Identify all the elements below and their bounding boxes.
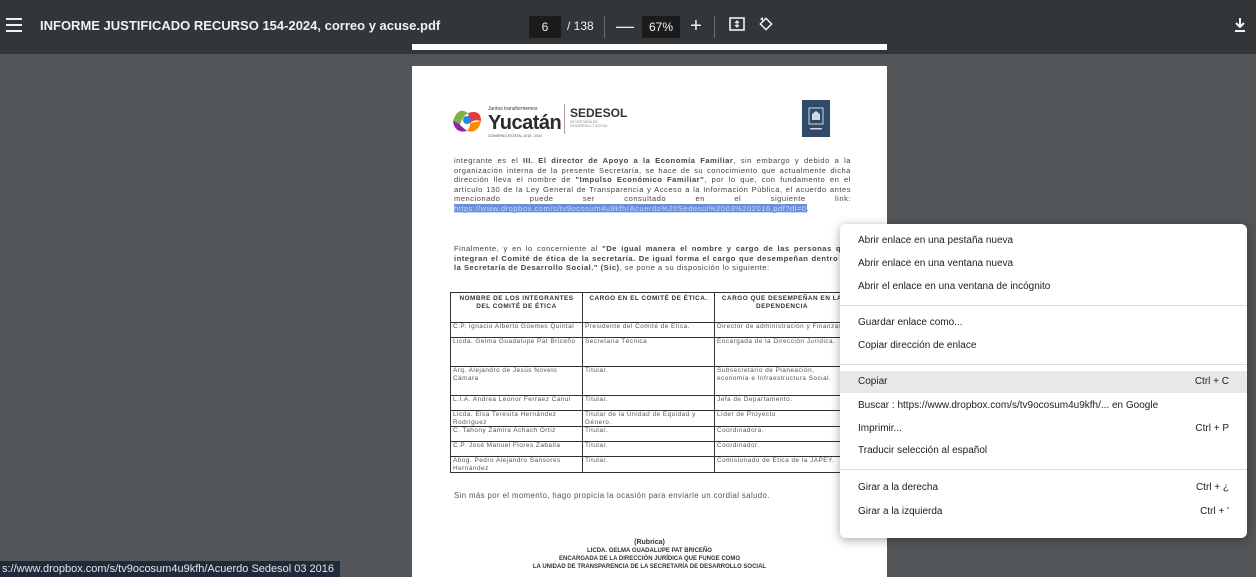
signature-name: LICDA. GELMA GUADALUPE PAT BRICEÑO xyxy=(587,548,712,554)
zoom-in-button[interactable]: + xyxy=(684,13,708,39)
table-header: CARGO EN EL COMITÉ DE ÉTICA. xyxy=(582,292,715,323)
zoom-out-button[interactable]: — xyxy=(613,13,637,39)
menu-item-print[interactable]: Imprimir... Ctrl + P xyxy=(840,418,1247,440)
table-cell: Titular. xyxy=(582,395,715,411)
table-cell: Presidente del Comité de Ética. xyxy=(582,322,715,338)
dropbox-link[interactable]: https://www.dropbox.com/s/tv9ocosum4u9kf… xyxy=(454,203,807,213)
table-cell: Abog. Pedro Alejandro Sansores Hernández xyxy=(450,456,583,473)
table-header: CARGO QUE DESEMPEÑAN EN LA DEPENDENCIA xyxy=(714,292,850,323)
table-cell: Coordinador. xyxy=(714,441,850,457)
table-cell: Licda. Gelma Guadalupe Pat Briceño xyxy=(450,337,583,367)
menu-icon[interactable] xyxy=(6,18,22,32)
table-cell: Líder de Proyecto xyxy=(714,410,850,427)
table-row: C.P. Ignacio Alberto Güemes Quintal Pres… xyxy=(450,322,850,338)
table-cell: Titular de la Unidad de Equidad y Género… xyxy=(582,410,715,427)
menu-item-copy[interactable]: Copiar Ctrl + C xyxy=(840,371,1247,393)
table-cell: Comisionado de Ética de la JAPEY. xyxy=(714,456,850,473)
menu-separator xyxy=(840,305,1247,306)
signature-title-line2: LA UNIDAD DE TRANSPARENCIA DE LA SECRETA… xyxy=(532,564,767,570)
previous-page-edge xyxy=(412,44,887,50)
table-cell: Encargada de la Dirección Jurídica. xyxy=(714,337,850,367)
table-row: Abog. Pedro Alejandro Sansores Hernández… xyxy=(450,456,850,473)
table-row: C.P. José Manuel Flores Zaballa Titular.… xyxy=(450,441,850,457)
page-total: / 138 xyxy=(567,19,594,33)
fit-to-page-icon[interactable] xyxy=(728,15,746,33)
document-title: INFORME JUSTIFICADO RECURSO 154-2024, co… xyxy=(40,18,441,33)
table-cell: Titular. xyxy=(582,441,715,457)
logo-gov-text: GOBIERNO ESTATAL 2018 - 2024 xyxy=(488,134,543,138)
table-row: L.I.A. Andrea Leonor Ferraez Canul Titul… xyxy=(450,395,850,411)
menu-item-search-google[interactable]: Buscar : https://www.dropbox.com/s/tv9oc… xyxy=(840,395,1247,417)
toolbar-divider xyxy=(714,16,715,38)
sedesol-logo-text: SEDESOL xyxy=(570,106,628,120)
menu-separator xyxy=(840,364,1247,365)
menu-item-translate[interactable]: Traducir selección al español xyxy=(840,440,1247,462)
closing-text: Sin más por el momento, hago propicia la… xyxy=(454,491,770,500)
table-cell: Titular. xyxy=(582,456,715,473)
table-cell: Jefa de Departamento. xyxy=(714,395,850,411)
menu-item-rotate-right[interactable]: Girar a la derecha Ctrl + ¿ xyxy=(840,477,1247,499)
menu-item-open-incognito[interactable]: Abrir el enlace en una ventana de incógn… xyxy=(840,276,1247,298)
table-cell: Titular. xyxy=(582,426,715,442)
context-menu: Abrir enlace en una pestaña nueva Abrir … xyxy=(840,224,1247,538)
table-cell: Secretaria Técnica xyxy=(582,337,715,367)
rotate-icon[interactable] xyxy=(757,15,775,33)
shortcut-label: Ctrl + ¿ xyxy=(1195,482,1229,493)
table-cell: Subsecretario de Planeación, economía e … xyxy=(714,366,850,396)
menu-item-copy-link[interactable]: Copiar dirección de enlace xyxy=(840,335,1247,357)
paragraph-director: integrante es el III. El director de Apo… xyxy=(454,156,851,213)
paragraph-comite: Finalmente, y en lo concerniente al "De … xyxy=(454,244,852,273)
sedesol-subtitle: SECRETARÍA DE DESARROLLO SOCIAL xyxy=(570,120,608,128)
link-status-bar: s://www.dropbox.com/s/tv9ocosum4u9kfh/Ac… xyxy=(0,561,341,577)
comite-etica-table: NOMBRE DE LOS INTEGRANTES DEL COMITÉ DE … xyxy=(450,292,850,473)
state-seal-icon xyxy=(802,100,830,137)
table-header-row: NOMBRE DE LOS INTEGRANTES DEL COMITÉ DE … xyxy=(450,292,850,323)
signature-block: (Rubrica) LICDA. GELMA GUADALUPE PAT BRI… xyxy=(412,539,887,571)
logo-divider xyxy=(564,104,565,134)
menu-separator xyxy=(840,469,1247,470)
shortcut-label: Ctrl + P xyxy=(1195,423,1229,434)
table-row: Arq. Alejandro de Jesús Novelo Cámara Ti… xyxy=(450,366,850,396)
download-icon[interactable] xyxy=(1233,17,1247,33)
signature-rubrica: (Rubrica) xyxy=(634,539,665,546)
signature-title-line1: ENCARGADA DE LA DIRECCIÓN JURÍDICA QUE F… xyxy=(558,556,740,562)
table-cell: Titular. xyxy=(582,366,715,396)
table-cell: Coordinadora. xyxy=(714,426,850,442)
zoom-input[interactable]: 67% xyxy=(642,16,680,38)
shortcut-label: Ctrl + C xyxy=(1194,376,1229,387)
table-header: NOMBRE DE LOS INTEGRANTES DEL COMITÉ DE … xyxy=(450,292,583,323)
menu-item-open-new-tab[interactable]: Abrir enlace en una pestaña nueva xyxy=(840,230,1247,252)
table-cell: Licda. Elsa Teresita Hernández Rodríguez xyxy=(450,410,583,427)
table-row: Licda. Elsa Teresita Hernández Rodríguez… xyxy=(450,410,850,427)
table-cell: Arq. Alejandro de Jesús Novelo Cámara xyxy=(450,366,583,396)
yucatan-logo-icon xyxy=(453,110,481,132)
menu-item-open-new-window[interactable]: Abrir enlace en una ventana nueva xyxy=(840,253,1247,275)
table-row: C. Tahony Zamira Achach Ortiz Titular. C… xyxy=(450,426,850,442)
table-cell: C.P. Ignacio Alberto Güemes Quintal xyxy=(450,322,583,338)
table-row: Licda. Gelma Guadalupe Pat Briceño Secre… xyxy=(450,337,850,367)
pdf-page: Juntos transformemos Yucatán GOBIERNO ES… xyxy=(412,66,887,577)
table-cell: C. Tahony Zamira Achach Ortiz xyxy=(450,426,583,442)
menu-item-save-link[interactable]: Guardar enlace como... xyxy=(840,312,1247,334)
toolbar-divider xyxy=(604,16,605,38)
menu-item-rotate-left[interactable]: Girar a la izquierda Ctrl + ' xyxy=(840,501,1247,523)
table-cell: C.P. José Manuel Flores Zaballa xyxy=(450,441,583,457)
table-cell: Director de administración y Finanzas. xyxy=(714,322,850,338)
page-number-input[interactable]: 6 xyxy=(529,16,561,38)
shortcut-label: Ctrl + ' xyxy=(1200,506,1229,517)
logo-yucatan-text: Yucatán xyxy=(488,112,562,134)
table-cell: L.I.A. Andrea Leonor Ferraez Canul xyxy=(450,395,583,411)
